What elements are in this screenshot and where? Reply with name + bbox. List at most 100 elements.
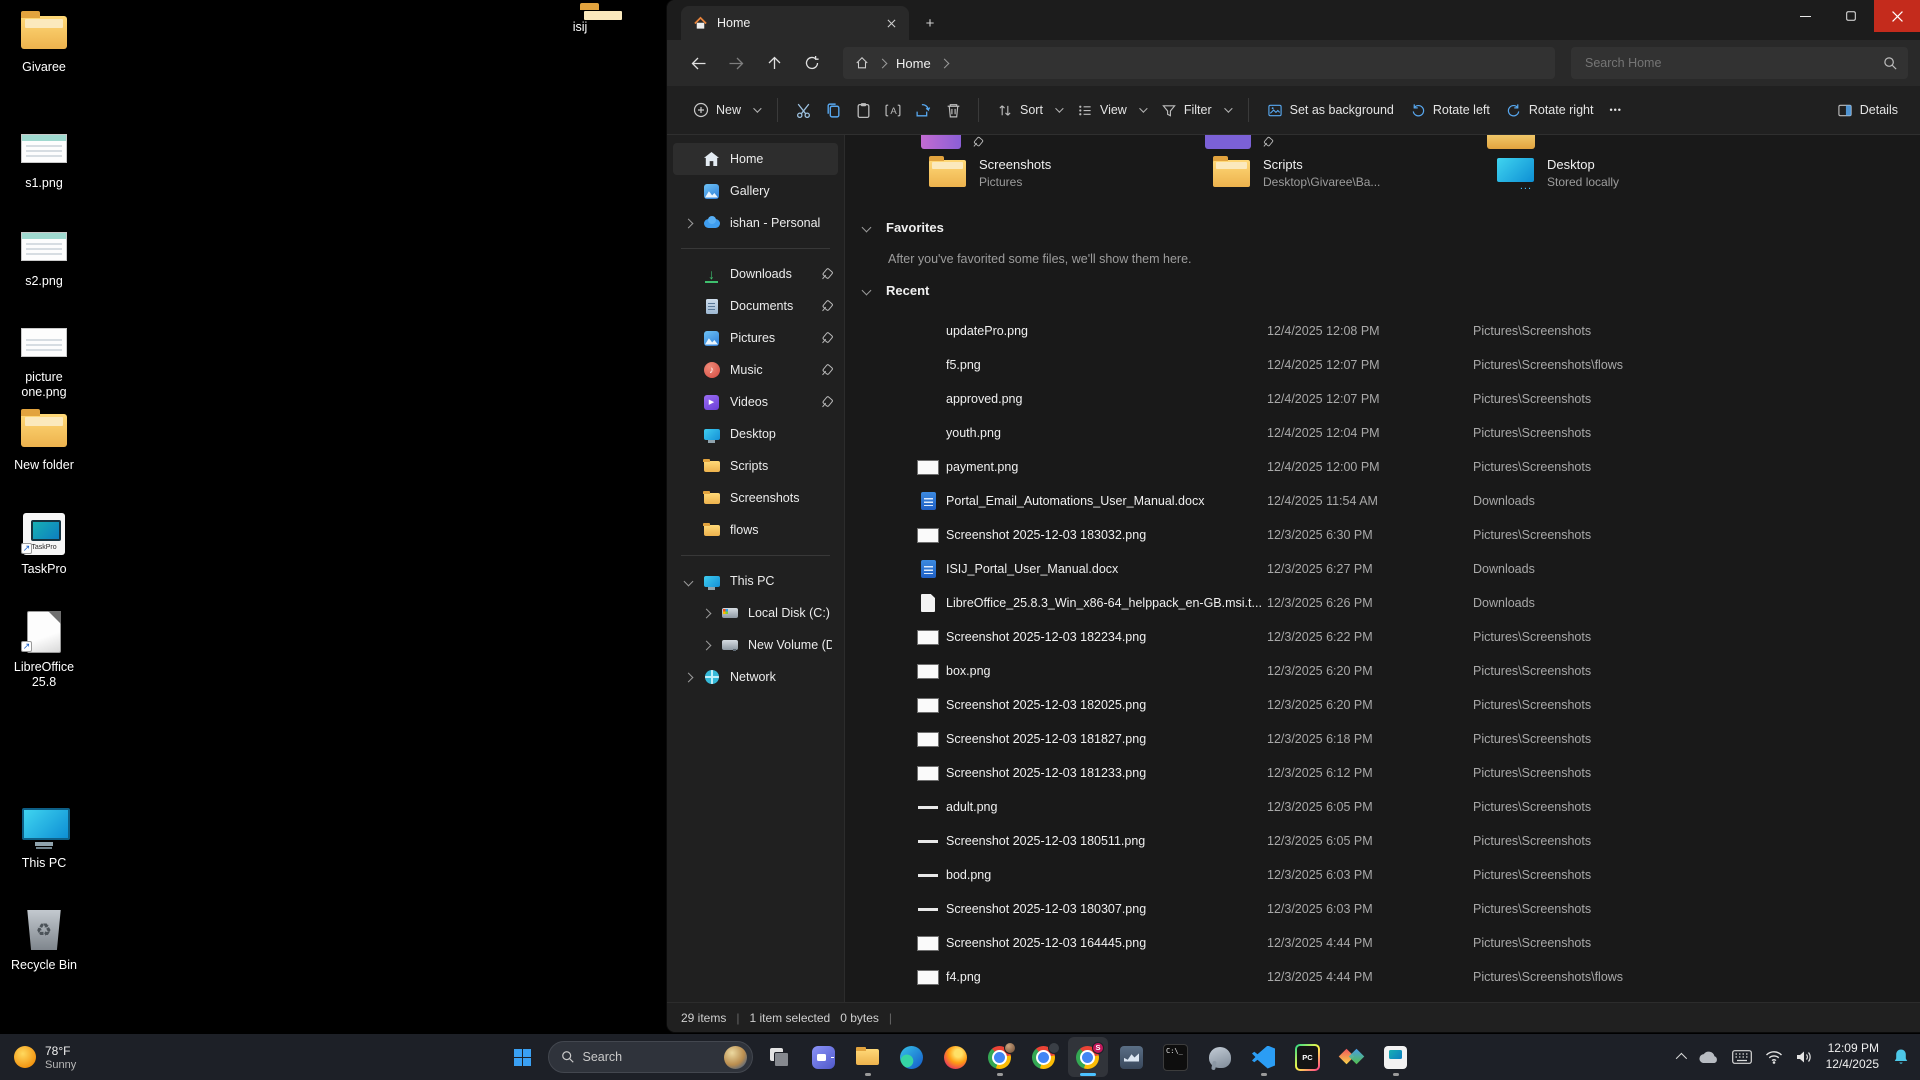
search-highlight-image[interactable] — [724, 1046, 747, 1069]
sidebar-item[interactable]: Network — [673, 661, 838, 693]
paste-button[interactable] — [848, 95, 878, 125]
desktop-icon[interactable]: Recycle Bin — [0, 908, 88, 973]
sidebar-item[interactable]: Local Disk (C:) — [673, 597, 838, 629]
delete-button[interactable] — [938, 95, 968, 125]
desktop-icon[interactable]: ↗ TaskPro — [0, 512, 88, 577]
forward-button[interactable] — [719, 48, 753, 78]
search-box[interactable] — [1571, 47, 1908, 79]
taskbar-app[interactable] — [1156, 1037, 1196, 1077]
taskbar-app[interactable] — [1200, 1037, 1240, 1077]
sidebar-item[interactable]: Pictures — [673, 322, 838, 354]
file-row[interactable]: youth.png 12/4/2025 12:04 PM Pictures\Sc… — [845, 416, 1920, 450]
wifi-icon[interactable] — [1765, 1050, 1783, 1064]
desktop-icon[interactable]: s2.png — [0, 224, 88, 289]
expand-chevron-icon[interactable] — [701, 608, 711, 618]
taskbar-app[interactable] — [1288, 1037, 1328, 1077]
collapse-chevron-icon[interactable] — [862, 223, 872, 233]
file-row[interactable]: box.png 12/3/2025 6:20 PM Pictures\Scree… — [845, 654, 1920, 688]
taskbar-app[interactable] — [1024, 1037, 1064, 1077]
taskbar-app[interactable]: S — [1068, 1037, 1108, 1077]
refresh-button[interactable] — [795, 48, 829, 78]
recent-section-header[interactable]: Recent — [863, 283, 929, 298]
taskbar-app[interactable] — [1376, 1037, 1416, 1077]
sidebar-item[interactable]: flows — [673, 514, 838, 546]
maximize-button[interactable] — [1828, 0, 1874, 32]
file-row[interactable]: Screenshot 2025-12-03 182234.png 12/3/20… — [845, 620, 1920, 654]
more-options-button[interactable]: ••• — [1601, 99, 1629, 121]
expand-chevron-icon[interactable] — [683, 218, 693, 228]
file-row[interactable]: Screenshot 2025-12-03 180307.png 12/3/20… — [845, 892, 1920, 926]
file-row[interactable]: Screenshot 2025-12-03 181827.png 12/3/20… — [845, 722, 1920, 756]
expand-chevron-icon[interactable] — [701, 640, 711, 650]
quick-access-tile[interactable]: Screenshots Pictures — [921, 153, 1205, 193]
start-button[interactable] — [505, 1039, 541, 1075]
file-row[interactable]: Screenshot 2025-12-03 182025.png 12/3/20… — [845, 688, 1920, 722]
file-row[interactable]: Screenshot 2025-12-03 164445.png 12/3/20… — [845, 926, 1920, 960]
desktop-icon[interactable]: Givaree — [0, 10, 88, 75]
details-button[interactable]: Details — [1829, 97, 1906, 124]
view-button[interactable]: View — [1069, 97, 1153, 124]
rotate-left-button[interactable]: Rotate left — [1402, 97, 1498, 124]
taskbar-app[interactable] — [936, 1037, 976, 1077]
desktop-icon[interactable]: ↗ LibreOffice 25.8 — [0, 610, 88, 690]
hidden-icons-chevron-icon[interactable] — [1675, 1053, 1686, 1064]
back-button[interactable] — [681, 48, 715, 78]
onedrive-icon[interactable] — [1697, 1050, 1719, 1064]
file-row[interactable]: f5.png 12/4/2025 12:07 PM Pictures\Scree… — [845, 348, 1920, 382]
sidebar-item[interactable]: Desktop — [673, 418, 838, 450]
collapse-chevron-icon[interactable] — [862, 286, 872, 296]
favorites-section-header[interactable]: Favorites — [863, 220, 944, 235]
file-row[interactable]: approved.png 12/4/2025 12:07 PM Pictures… — [845, 382, 1920, 416]
expand-chevron-icon[interactable] — [683, 672, 693, 682]
taskbar-app[interactable] — [1244, 1037, 1284, 1077]
new-tab-button[interactable]: + — [917, 10, 943, 36]
sidebar-item[interactable]: Gallery — [673, 175, 838, 207]
rotate-right-button[interactable]: Rotate right — [1498, 97, 1602, 124]
taskbar-app[interactable] — [804, 1037, 844, 1077]
tab-home[interactable]: Home — [681, 6, 909, 40]
close-button[interactable] — [1874, 0, 1920, 32]
taskbar-app[interactable] — [760, 1037, 800, 1077]
new-button[interactable]: New — [685, 96, 767, 124]
minimize-button[interactable] — [1782, 0, 1828, 32]
file-row[interactable]: Screenshot 2025-12-03 183032.png 12/3/20… — [845, 518, 1920, 552]
file-row[interactable]: Portal_Email_Automations_User_Manual.doc… — [845, 484, 1920, 518]
sidebar-item[interactable]: Music — [673, 354, 838, 386]
sidebar-item[interactable]: ishan - Personal — [673, 207, 838, 239]
desktop-icon[interactable]: s1.png — [0, 126, 88, 191]
file-row[interactable]: Screenshot 2025-12-03 180511.png 12/3/20… — [845, 824, 1920, 858]
file-row[interactable]: payment.png 12/4/2025 12:00 PM Pictures\… — [845, 450, 1920, 484]
address-bar[interactable]: Home — [843, 47, 1555, 79]
volume-icon[interactable] — [1796, 1050, 1813, 1064]
touch-keyboard-icon[interactable] — [1732, 1050, 1752, 1064]
search-input[interactable] — [1585, 56, 1883, 70]
desktop-icon[interactable]: New folder — [0, 408, 88, 473]
set-as-background-button[interactable]: Set as background — [1259, 97, 1402, 124]
taskbar-app[interactable] — [848, 1037, 888, 1077]
taskbar-app[interactable] — [980, 1037, 1020, 1077]
sidebar-item[interactable]: Documents — [673, 290, 838, 322]
rename-button[interactable]: A — [878, 95, 908, 125]
file-row[interactable]: Screenshot 2025-12-03 181233.png 12/3/20… — [845, 756, 1920, 790]
sidebar-item[interactable]: This PC — [673, 565, 838, 597]
sidebar-item[interactable]: Home — [673, 143, 838, 175]
share-button[interactable] — [908, 95, 938, 125]
sidebar-item[interactable]: Screenshots — [673, 482, 838, 514]
sidebar-item[interactable]: Scripts — [673, 450, 838, 482]
up-button[interactable] — [757, 48, 791, 78]
sidebar-item[interactable]: New Volume (D:) — [673, 629, 838, 661]
taskbar-app[interactable] — [1112, 1037, 1152, 1077]
sidebar-item[interactable]: Downloads — [673, 258, 838, 290]
cut-button[interactable] — [788, 95, 818, 125]
expand-chevron-icon[interactable] — [683, 576, 693, 586]
file-row[interactable]: LibreOffice_25.8.3_Win_x86-64_helppack_e… — [845, 586, 1920, 620]
tab-close-icon[interactable] — [883, 15, 899, 31]
taskbar-app[interactable] — [1332, 1037, 1372, 1077]
desktop-icon[interactable]: This PC — [0, 806, 88, 871]
file-row[interactable]: adult.png 12/3/2025 6:05 PM Pictures\Scr… — [845, 790, 1920, 824]
sort-button[interactable]: Sort — [989, 97, 1069, 124]
clock[interactable]: 12:09 PM 12/4/2025 — [1826, 1041, 1879, 1072]
file-row[interactable]: bod.png 12/3/2025 6:03 PM Pictures\Scree… — [845, 858, 1920, 892]
quick-access-tile[interactable]: Desktop Stored locally — [1489, 153, 1773, 193]
notification-bell-icon[interactable] — [1892, 1048, 1910, 1066]
